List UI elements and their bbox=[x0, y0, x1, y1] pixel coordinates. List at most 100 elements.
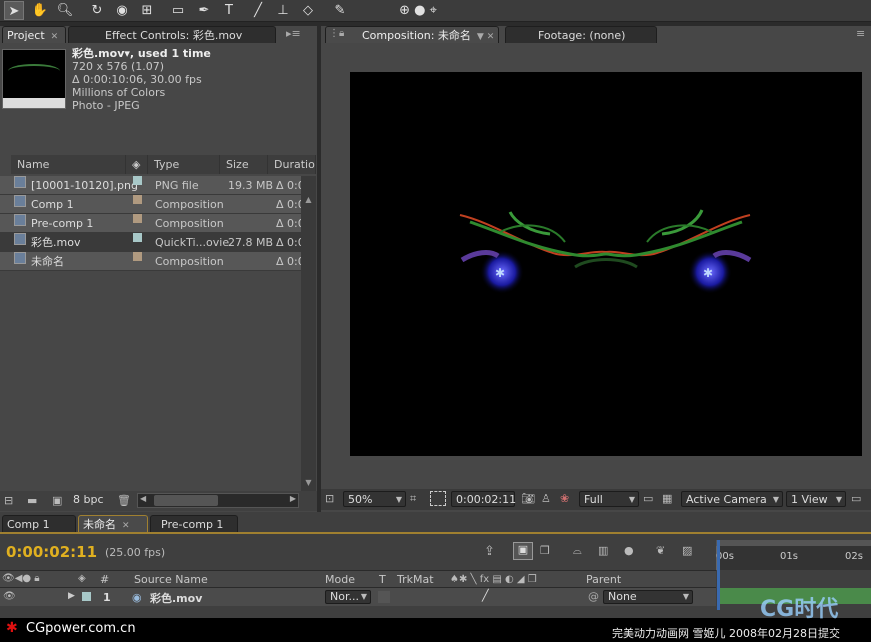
column-trkmat: TrkMat bbox=[397, 573, 434, 586]
quicktime-icon: ◉ bbox=[132, 591, 142, 604]
tab-composition[interactable]: Composition: 未命名 ▼ ✕ bbox=[325, 26, 499, 43]
type-tool-icon[interactable]: T bbox=[219, 1, 239, 20]
brush-tool-icon[interactable]: ╱ bbox=[248, 1, 268, 20]
project-item-name: Pre-comp 1 bbox=[31, 217, 94, 230]
column-duration[interactable]: Duration bbox=[268, 155, 316, 174]
hide-shy-layers-icon[interactable]: ⌓ bbox=[573, 544, 582, 558]
work-area-bar[interactable] bbox=[716, 540, 871, 546]
mask-tool-icon[interactable]: ▭ bbox=[168, 1, 188, 20]
label-swatch[interactable] bbox=[133, 233, 142, 242]
label-swatch[interactable] bbox=[133, 252, 142, 261]
rotate-tool-icon[interactable]: ↻ bbox=[87, 1, 107, 20]
draft-3d-icon[interactable]: ❒ bbox=[540, 544, 550, 557]
svg-text:✱: ✱ bbox=[703, 266, 713, 280]
brainstorm-icon[interactable]: ❦ bbox=[656, 544, 665, 557]
layer-label-swatch[interactable] bbox=[82, 592, 91, 601]
composition-mini-flowchart-icon[interactable]: ⇪ bbox=[484, 544, 495, 559]
tab-comp-1[interactable]: Comp 1 bbox=[2, 515, 76, 532]
column-size[interactable]: Size bbox=[220, 155, 268, 174]
camera-dropdown[interactable]: Active Camera bbox=[681, 491, 783, 507]
magnification-dropdown[interactable]: 50% bbox=[343, 491, 406, 507]
always-preview-icon[interactable]: ⊡ bbox=[325, 492, 334, 505]
hand-tool-icon[interactable]: ✋ bbox=[30, 1, 50, 20]
toggle-pixel-aspect-icon[interactable]: ▭ bbox=[851, 492, 861, 505]
new-composition-icon[interactable]: ▣ bbox=[52, 494, 62, 507]
new-folder-icon[interactable]: ▬ bbox=[27, 494, 37, 507]
project-item[interactable]: [10001-10120].png PNG file 19.3 MB Δ 0:0 bbox=[0, 176, 305, 195]
scroll-down-icon[interactable]: ▼ bbox=[303, 478, 314, 490]
project-item[interactable]: Pre-comp 1 Composition Δ 0:0 bbox=[0, 214, 305, 233]
pick-whip-icon[interactable]: @ bbox=[588, 590, 599, 603]
camera-orbit-icon[interactable]: ◉ bbox=[112, 1, 132, 20]
composition-icon bbox=[14, 252, 26, 264]
footage-codec: Photo - JPEG bbox=[72, 99, 140, 112]
blend-mode-dropdown[interactable]: Nor... bbox=[325, 590, 371, 604]
eraser-icon[interactable]: ◇ bbox=[298, 1, 318, 20]
timeline-current-time[interactable]: 0:00:02:11 bbox=[6, 543, 97, 561]
current-time-display[interactable]: 0:00:02:11 bbox=[451, 491, 516, 507]
resolution-dropdown[interactable]: Full bbox=[579, 491, 639, 507]
pan-behind-icon[interactable]: ⊞ bbox=[137, 1, 157, 20]
region-of-interest-icon[interactable]: ▭ bbox=[643, 492, 653, 505]
label-swatch[interactable] bbox=[133, 195, 142, 204]
tab-pre-comp-1[interactable]: Pre-comp 1 bbox=[150, 515, 238, 532]
ornament-artwork: ✱ ✱ bbox=[459, 209, 752, 294]
view-layout-dropdown[interactable]: 1 View bbox=[786, 491, 846, 507]
ruler-tick-2: 02s bbox=[845, 551, 863, 562]
tab-untitled[interactable]: 未命名 ✕ bbox=[78, 515, 148, 532]
clone-stamp-icon[interactable]: ⊥ bbox=[273, 1, 293, 20]
timeline-tab-underline bbox=[0, 532, 871, 534]
project-item[interactable]: Comp 1 Composition Δ 0:0 bbox=[0, 195, 305, 214]
tab-project[interactable]: Project ✕ bbox=[2, 26, 66, 43]
puppet-pin-icon[interactable]: ✎ bbox=[330, 1, 350, 20]
trash-icon[interactable]: 🗑︎ bbox=[117, 494, 131, 507]
interpret-footage-icon[interactable]: ⊟ bbox=[4, 494, 13, 507]
safe-margins-icon[interactable]: ⌗ bbox=[410, 492, 416, 506]
footage-name: 彩色.mov▾, used 1 time bbox=[72, 47, 211, 60]
parent-dropdown[interactable]: None bbox=[603, 590, 693, 604]
label-tag-icon[interactable]: ◈ bbox=[126, 155, 148, 174]
preserve-transparency-checkbox[interactable] bbox=[378, 591, 390, 603]
project-item-type: PNG file bbox=[155, 179, 199, 192]
project-item-name: 未命名 bbox=[31, 255, 64, 268]
axis-icon[interactable]: ⊕ ● ⌖ bbox=[398, 1, 438, 20]
column-type[interactable]: Type bbox=[148, 155, 220, 174]
project-item-type: Composition bbox=[155, 198, 224, 211]
composition-canvas[interactable]: ✱ ✱ bbox=[350, 72, 862, 456]
quality-switch-icon[interactable]: ╱ bbox=[482, 589, 489, 602]
snapshot-icon[interactable]: 📷︎ bbox=[521, 492, 535, 505]
mask-visibility-icon[interactable] bbox=[430, 491, 446, 506]
project-scrollbar[interactable] bbox=[301, 176, 316, 492]
frame-blending-icon[interactable]: ▥ bbox=[598, 544, 608, 557]
expand-layer-icon[interactable]: ▶ bbox=[68, 591, 75, 601]
show-snapshot-icon[interactable]: ♙ bbox=[541, 492, 551, 505]
footage-duration: Δ 0:00:10:06, 30.00 fps bbox=[72, 73, 202, 86]
layer-source-name[interactable]: 彩色.mov bbox=[150, 590, 202, 606]
motion-blur-icon[interactable]: ● bbox=[624, 544, 634, 557]
project-item[interactable]: 彩色.mov QuickTi...ovie 27.8 MB Δ 0:0 bbox=[0, 233, 305, 252]
bit-depth-label[interactable]: 8 bpc bbox=[73, 493, 104, 506]
live-update-icon[interactable]: ▣ bbox=[513, 542, 533, 560]
panel-menu-icon[interactable]: ▸≡ bbox=[286, 27, 301, 40]
scroll-up-icon[interactable]: ▲ bbox=[303, 195, 314, 207]
project-item[interactable]: 未命名 Composition Δ 0:0 bbox=[0, 252, 305, 271]
project-item-type: Composition bbox=[155, 217, 224, 230]
pen-tool-icon[interactable]: ✒ bbox=[194, 1, 214, 20]
graph-editor-icon[interactable]: ▨ bbox=[682, 544, 692, 557]
label-swatch[interactable] bbox=[133, 214, 142, 223]
video-visibility-icon[interactable]: 👁︎ bbox=[3, 591, 16, 602]
project-item-name: [10001-10120].png bbox=[31, 179, 138, 192]
transparency-grid-icon[interactable]: ▦ bbox=[662, 492, 672, 505]
zoom-tool-icon[interactable]: 🔍︎ bbox=[55, 1, 75, 20]
channels-icon[interactable]: ❀ bbox=[560, 492, 569, 505]
project-hscrollbar[interactable]: ◀ ▶ bbox=[137, 493, 299, 508]
panel-menu-icon[interactable]: ≡ bbox=[856, 27, 865, 40]
label-swatch[interactable] bbox=[133, 176, 142, 185]
selection-tool-icon[interactable]: ➤ bbox=[4, 1, 24, 20]
current-time-indicator[interactable] bbox=[717, 540, 720, 610]
column-name[interactable]: Name bbox=[11, 155, 126, 174]
tab-footage[interactable]: Footage: (none) bbox=[505, 26, 657, 43]
column-source-name[interactable]: Source Name bbox=[134, 573, 208, 586]
tab-effect-controls[interactable]: Effect Controls: 彩色.mov bbox=[68, 26, 276, 43]
lock-icon[interactable]: ⋮🔒︎ bbox=[329, 28, 344, 39]
